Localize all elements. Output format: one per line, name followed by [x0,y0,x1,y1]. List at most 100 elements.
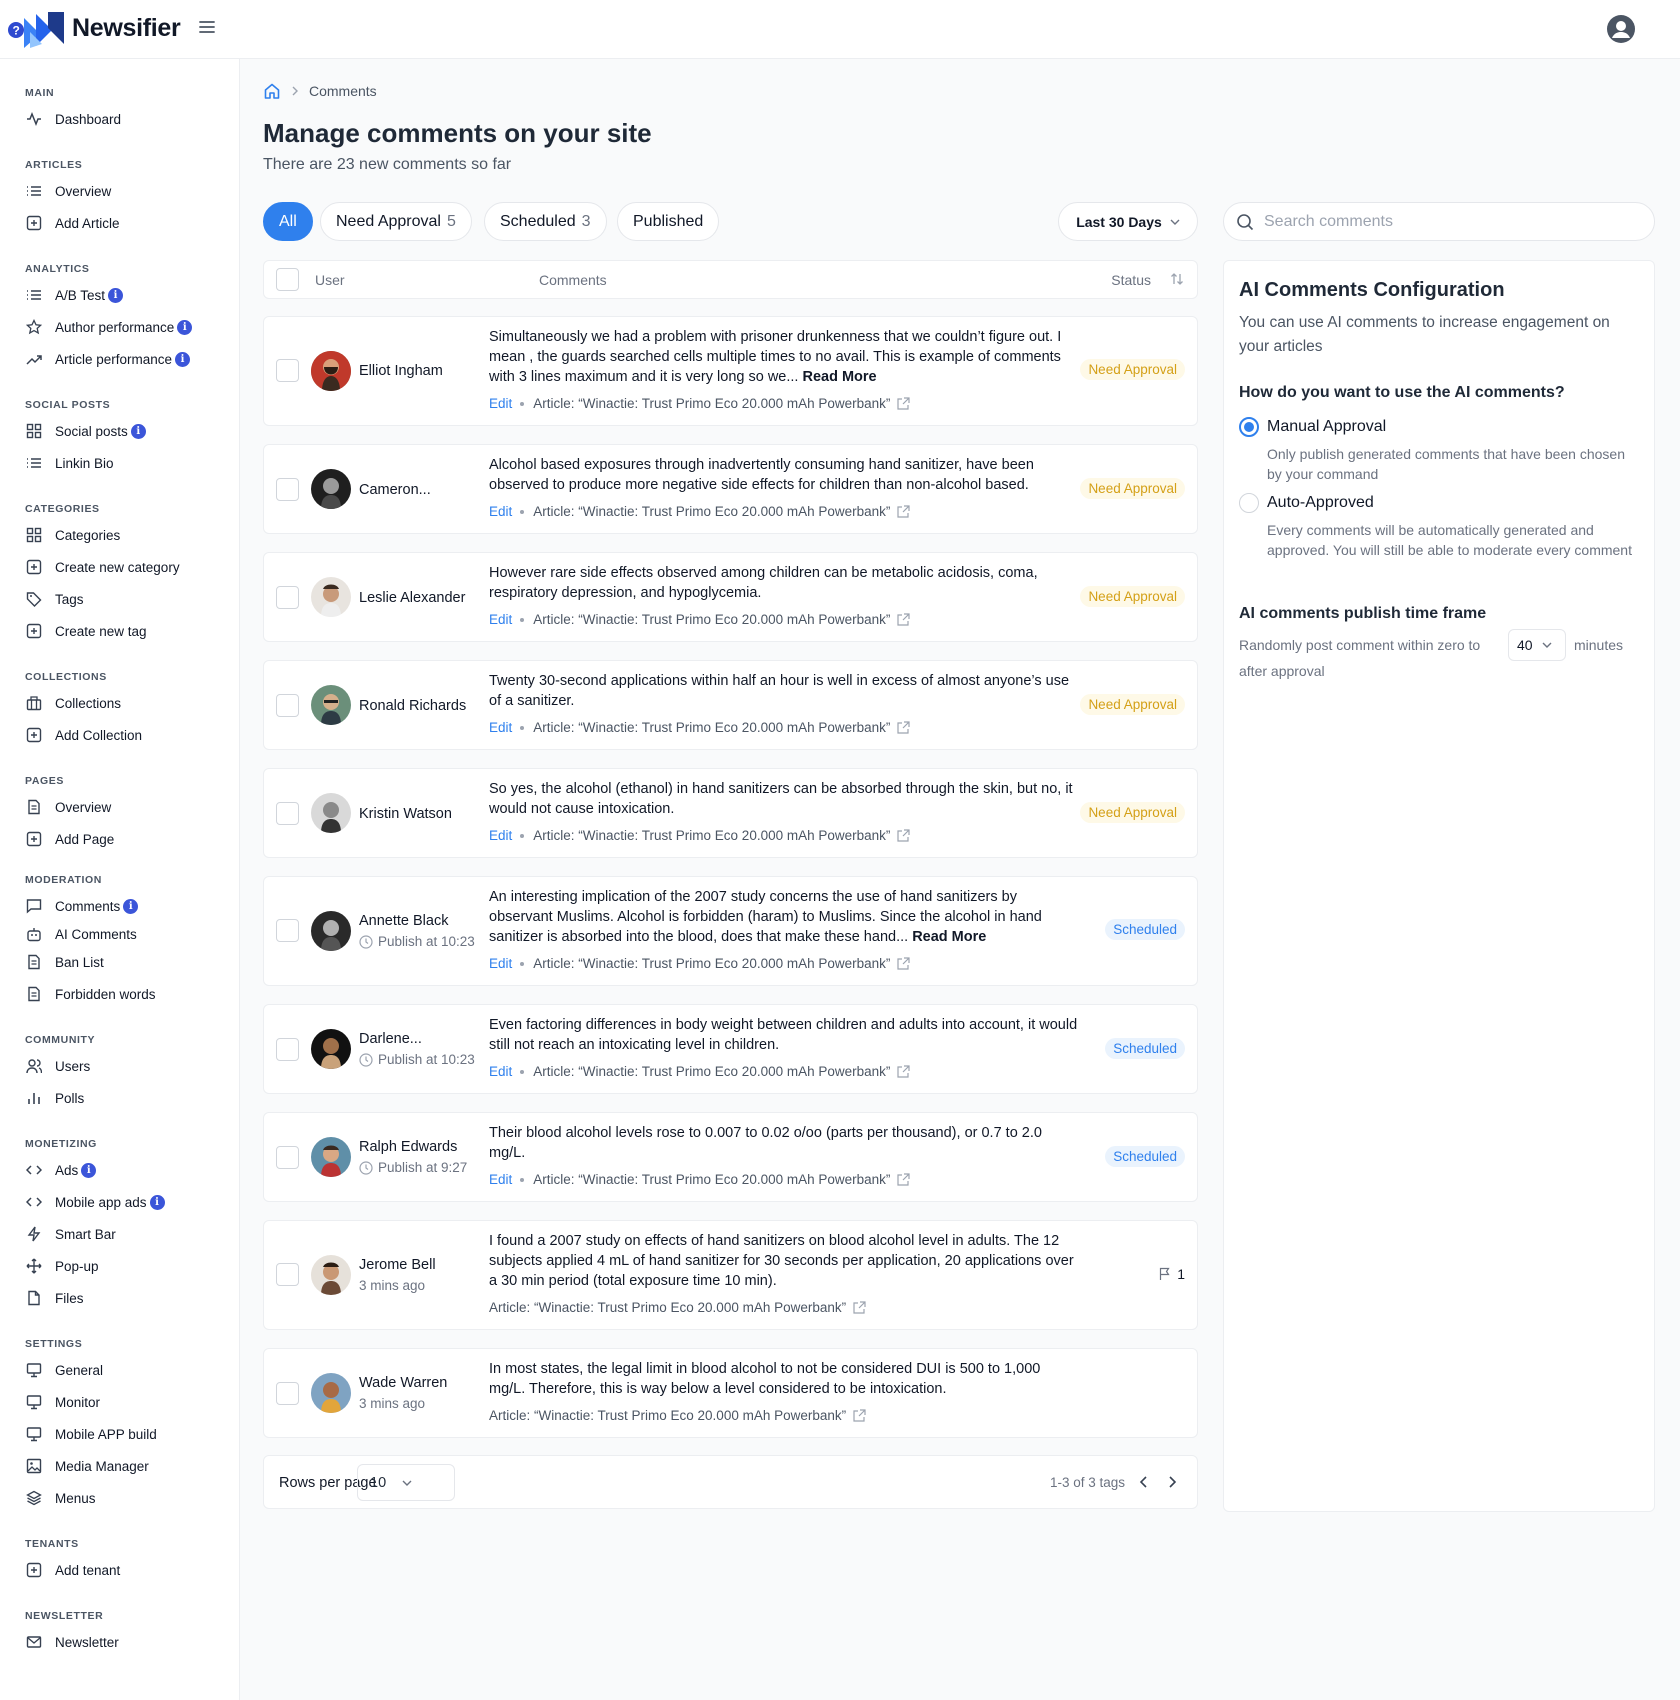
user-profile-icon[interactable] [1606,14,1636,44]
row-checkbox[interactable] [276,802,299,825]
article-link[interactable]: Article: “Winactie: Trust Primo Eco 20.0… [489,1300,846,1315]
edit-link[interactable]: Edit [489,396,512,411]
status-badge: Scheduled [1105,919,1185,940]
external-link-icon[interactable] [896,1172,911,1187]
sidebar-item-media-manager[interactable]: Media Manager [25,1455,149,1477]
edit-link[interactable]: Edit [489,956,512,971]
sidebar-item-newsletter[interactable]: Newsletter [25,1631,119,1653]
row-checkbox[interactable] [276,478,299,501]
row-checkbox[interactable] [276,1146,299,1169]
manual-approval-radio[interactable] [1239,417,1259,437]
read-more-link[interactable]: Read More [802,369,876,385]
sidebar-item-linkin-bio[interactable]: Linkin Bio [25,452,114,474]
row-checkbox[interactable] [276,1263,299,1286]
tab-all[interactable]: All [263,202,313,241]
edit-link[interactable]: Edit [489,828,512,843]
row-checkbox[interactable] [276,694,299,717]
external-link-icon[interactable] [896,828,911,843]
search-box[interactable] [1223,202,1655,241]
sidebar-item-monitor[interactable]: Monitor [25,1391,100,1413]
sidebar-item-social-posts[interactable]: Social posts i [25,420,146,442]
read-more-link[interactable]: Read More [912,929,986,945]
article-link[interactable]: Article: “Winactie: Trust Primo Eco 20.0… [533,720,890,735]
row-checkbox[interactable] [276,919,299,942]
external-link-icon[interactable] [896,612,911,627]
home-icon[interactable] [263,82,281,100]
sidebar-item-files[interactable]: Files [25,1287,84,1309]
sidebar-item-mobile-app-build[interactable]: Mobile APP build [25,1423,157,1445]
sidebar-item-smart-bar[interactable]: Smart Bar [25,1223,116,1245]
article-link[interactable]: Article: “Winactie: Trust Primo Eco 20.0… [533,396,890,411]
external-link-icon[interactable] [852,1408,866,1423]
article-link[interactable]: Article: “Winactie: Trust Primo Eco 20.0… [533,956,890,971]
sidebar-item-comments[interactable]: Comments i [25,895,139,917]
sidebar-item-author-performance[interactable]: Author performance i [25,316,193,338]
external-link-icon[interactable] [852,1300,866,1315]
external-link-icon[interactable] [896,1064,911,1079]
sidebar-item-pages-overview[interactable]: Overview [25,796,111,818]
sidebar-item-dashboard[interactable]: Dashboard [25,108,121,130]
article-link[interactable]: Article: “Winactie: Trust Primo Eco 20.0… [533,828,890,843]
search-input[interactable] [1264,212,1624,231]
article-link[interactable]: Article: “Winactie: Trust Primo Eco 20.0… [533,612,890,627]
sidebar-item-polls[interactable]: Polls [25,1087,84,1109]
edit-link[interactable]: Edit [489,504,512,519]
row-checkbox[interactable] [276,359,299,382]
next-page-icon[interactable] [1165,1475,1179,1489]
sort-icon[interactable] [1169,271,1185,287]
sidebar-item-mobile-app-ads[interactable]: Mobile app ads i [25,1191,165,1213]
hamburger-menu-icon[interactable] [198,18,216,36]
date-range-dropdown[interactable]: Last 30 Days [1058,202,1198,241]
sidebar-item-forbidden-words[interactable]: Forbidden words [25,983,156,1005]
select-all-checkbox[interactable] [276,268,299,291]
sidebar-item-categories[interactable]: Categories [25,524,120,546]
article-link[interactable]: Article: “Winactie: Trust Primo Eco 20.0… [533,504,890,519]
edit-link[interactable]: Edit [489,612,512,627]
manual-approval-label[interactable]: Manual Approval [1267,418,1386,436]
sidebar-item-ban-list[interactable]: Ban List [25,951,104,973]
article-link[interactable]: Article: “Winactie: Trust Primo Eco 20.0… [489,1408,846,1423]
rows-per-page-select[interactable]: 10 [357,1464,455,1501]
image-icon [25,1458,42,1475]
row-checkbox[interactable] [276,1382,299,1405]
external-link-icon[interactable] [896,504,911,519]
sidebar-item-add-tenant[interactable]: Add tenant [25,1559,120,1581]
sidebar-item-articles-overview[interactable]: Overview [25,180,111,202]
prev-page-icon[interactable] [1137,1475,1151,1489]
article-link[interactable]: Article: “Winactie: Trust Primo Eco 20.0… [533,1064,890,1079]
sidebar-item-add-collection[interactable]: Add Collection [25,724,142,746]
edit-link[interactable]: Edit [489,1064,512,1079]
sidebar-item-general[interactable]: General [25,1359,103,1381]
sidebar-item-ads[interactable]: Ads i [25,1159,97,1181]
sidebar-item-users[interactable]: Users [25,1055,90,1077]
sidebar-item-ab-test[interactable]: A/B Test i [25,284,124,306]
sidebar-item-collections[interactable]: Collections [25,692,121,714]
timeframe-minutes-select[interactable]: 40 [1508,629,1566,661]
edit-link[interactable]: Edit [489,1172,512,1187]
sidebar-item-create-tag[interactable]: Create new tag [25,620,147,642]
row-checkbox[interactable] [276,1038,299,1061]
sidebar-item-menus[interactable]: Menus [25,1487,96,1509]
sidebar-item-add-article[interactable]: Add Article [25,212,120,234]
sidebar-item-add-page[interactable]: Add Page [25,828,114,850]
sidebar-item-ai-comments[interactable]: AI Comments [25,923,137,945]
external-link-icon[interactable] [896,396,911,411]
tab-scheduled[interactable]: Scheduled 3 [484,202,607,241]
auto-approved-label[interactable]: Auto-Approved [1267,494,1374,512]
sidebar-item-popup[interactable]: Pop-up [25,1255,99,1277]
external-link-icon[interactable] [896,720,911,735]
column-status[interactable]: Status [1111,272,1151,288]
row-checkbox[interactable] [276,586,299,609]
tab-published[interactable]: Published [617,202,720,241]
edit-link[interactable]: Edit [489,720,512,735]
tab-need-approval[interactable]: Need Approval 5 [320,202,472,241]
auto-approved-radio[interactable] [1239,493,1259,513]
logo[interactable]: ? Newsifier [8,8,181,48]
sidebar-item-create-category[interactable]: Create new category [25,556,180,578]
external-link-icon[interactable] [896,956,911,971]
flag-count[interactable]: 1 [1158,1266,1185,1282]
article-link[interactable]: Article: “Winactie: Trust Primo Eco 20.0… [533,1172,890,1187]
sidebar-section-categories: CATEGORIES [25,503,100,515]
sidebar-item-article-performance[interactable]: Article performance i [25,348,191,370]
sidebar-item-tags[interactable]: Tags [25,588,84,610]
